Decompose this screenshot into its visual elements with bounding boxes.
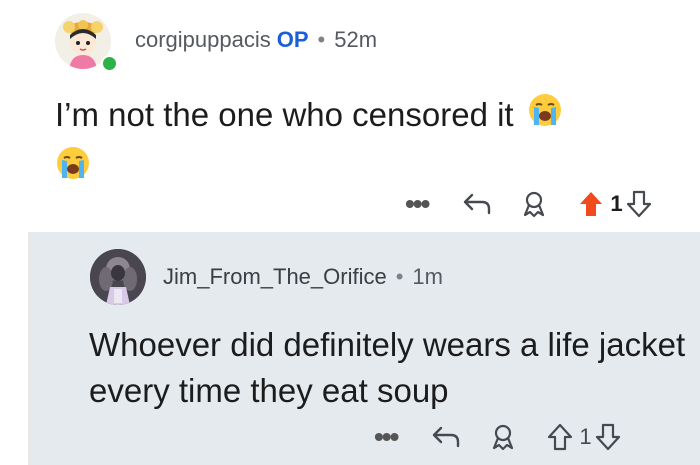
avatar[interactable] xyxy=(90,249,146,305)
comment-header: Jim_From_The_Orifice • 1m xyxy=(163,264,443,290)
loudly-crying-face-icon xyxy=(527,92,563,142)
reply-icon[interactable] xyxy=(431,424,461,450)
reply-icon[interactable] xyxy=(462,191,492,217)
separator-dot: • xyxy=(317,27,326,52)
comment-text: Whoever did definitely wears a life jack… xyxy=(89,326,686,409)
vote-count: 1 xyxy=(579,424,592,449)
award-icon[interactable] xyxy=(489,423,517,451)
comment-timestamp: 1m xyxy=(412,264,443,289)
comment-text: I’m not the one who censored it xyxy=(55,96,514,133)
vote-count: 1 xyxy=(610,191,623,216)
more-options-button[interactable]: ••• xyxy=(374,423,399,451)
comment-timestamp: 52m xyxy=(334,27,378,52)
loudly-crying-face-icon xyxy=(55,145,91,195)
upvote-icon[interactable] xyxy=(578,190,604,218)
comment-actions: ••• 1 xyxy=(405,190,652,218)
author-name[interactable]: corgipuppacis xyxy=(135,27,271,52)
author-name[interactable]: Jim_From_The_Orifice xyxy=(163,264,387,289)
downvote-icon[interactable] xyxy=(626,190,652,218)
award-icon[interactable] xyxy=(520,190,548,218)
separator-dot: • xyxy=(395,264,404,289)
more-options-button[interactable]: ••• xyxy=(405,190,430,218)
comment-body: I’m not the one who censored it xyxy=(55,90,675,195)
comment-actions: ••• 1 xyxy=(374,423,621,451)
upvote-icon[interactable] xyxy=(547,423,573,451)
op-flair: OP xyxy=(276,27,309,52)
comment-header: corgipuppacis OP • 52m xyxy=(135,27,377,53)
online-status-indicator xyxy=(101,55,118,72)
comment-op: corgipuppacis OP • 52m I’m not the one who … xyxy=(0,0,700,232)
downvote-icon[interactable] xyxy=(595,423,621,451)
